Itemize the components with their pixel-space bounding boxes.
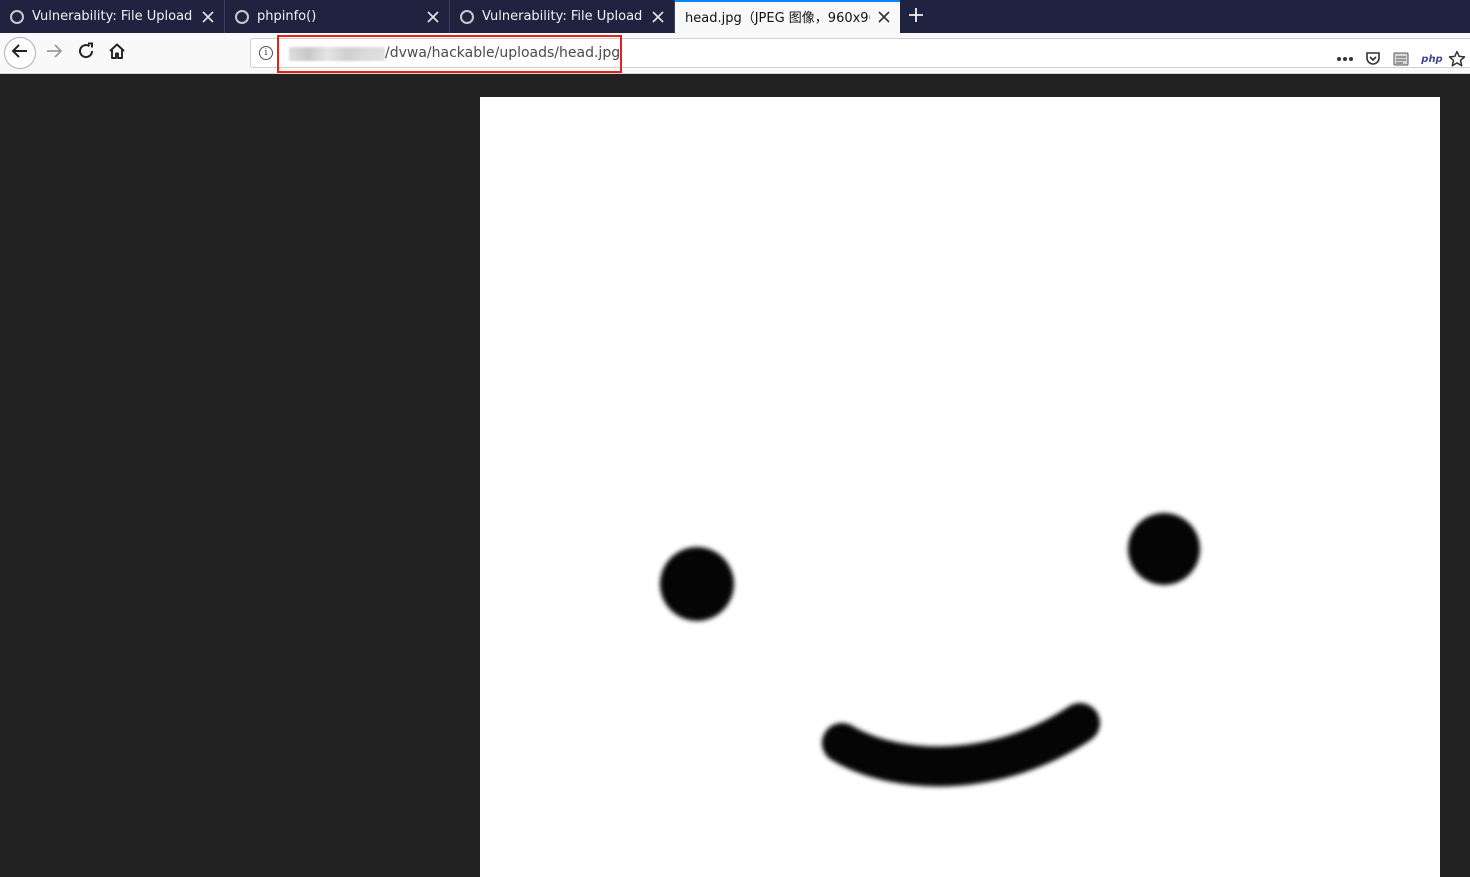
favicon-icon xyxy=(10,9,24,24)
pocket-icon[interactable] xyxy=(1362,48,1384,70)
close-icon[interactable] xyxy=(425,9,441,25)
tab-title: Vulnerability: File Upload :: D xyxy=(32,9,194,24)
more-icon[interactable] xyxy=(1334,48,1356,70)
tab-title: phpinfo() xyxy=(257,9,317,24)
image-viewer xyxy=(0,74,1470,877)
star-icon[interactable] xyxy=(1446,48,1468,70)
php-icon[interactable]: php xyxy=(1418,48,1446,70)
favicon-icon xyxy=(235,9,249,24)
tab-head-jpg[interactable]: head.jpg（JPEG 图像，960x960 像 xyxy=(675,0,900,33)
navigation-toolbar: i /dvwa/hackable/uploads/head.jpg php xyxy=(0,33,1470,74)
home-button[interactable] xyxy=(101,37,133,69)
close-icon[interactable] xyxy=(200,9,216,25)
tab-phpinfo[interactable]: phpinfo() xyxy=(225,0,450,33)
tab-title: head.jpg（JPEG 图像，960x960 像 xyxy=(685,11,870,26)
reader-icon[interactable] xyxy=(1390,48,1412,70)
right-eye xyxy=(1128,513,1200,585)
left-eye xyxy=(660,547,734,621)
tab-vuln-upload-2[interactable]: Vulnerability: File Upload :: D xyxy=(450,0,675,33)
favicon-icon xyxy=(460,9,474,24)
new-tab-button[interactable] xyxy=(900,0,932,33)
close-icon[interactable] xyxy=(876,9,892,25)
info-icon[interactable]: i xyxy=(259,46,273,60)
back-arrow-icon xyxy=(11,42,29,64)
tab-vuln-upload-1[interactable]: Vulnerability: File Upload :: D xyxy=(0,0,225,33)
forward-arrow-icon xyxy=(45,42,63,64)
forward-button[interactable] xyxy=(38,37,70,69)
tab-title: Vulnerability: File Upload :: D xyxy=(482,9,644,24)
back-button[interactable] xyxy=(4,37,36,69)
url-highlight-annotation xyxy=(277,35,622,73)
tab-strip: Vulnerability: File Upload :: D phpinfo(… xyxy=(0,0,1470,33)
head-image xyxy=(480,97,1440,877)
reload-button[interactable] xyxy=(70,37,102,69)
reload-icon xyxy=(77,42,95,64)
home-icon xyxy=(108,42,126,64)
close-icon[interactable] xyxy=(650,9,666,25)
plus-icon xyxy=(908,7,924,27)
mouth xyxy=(822,703,1100,787)
